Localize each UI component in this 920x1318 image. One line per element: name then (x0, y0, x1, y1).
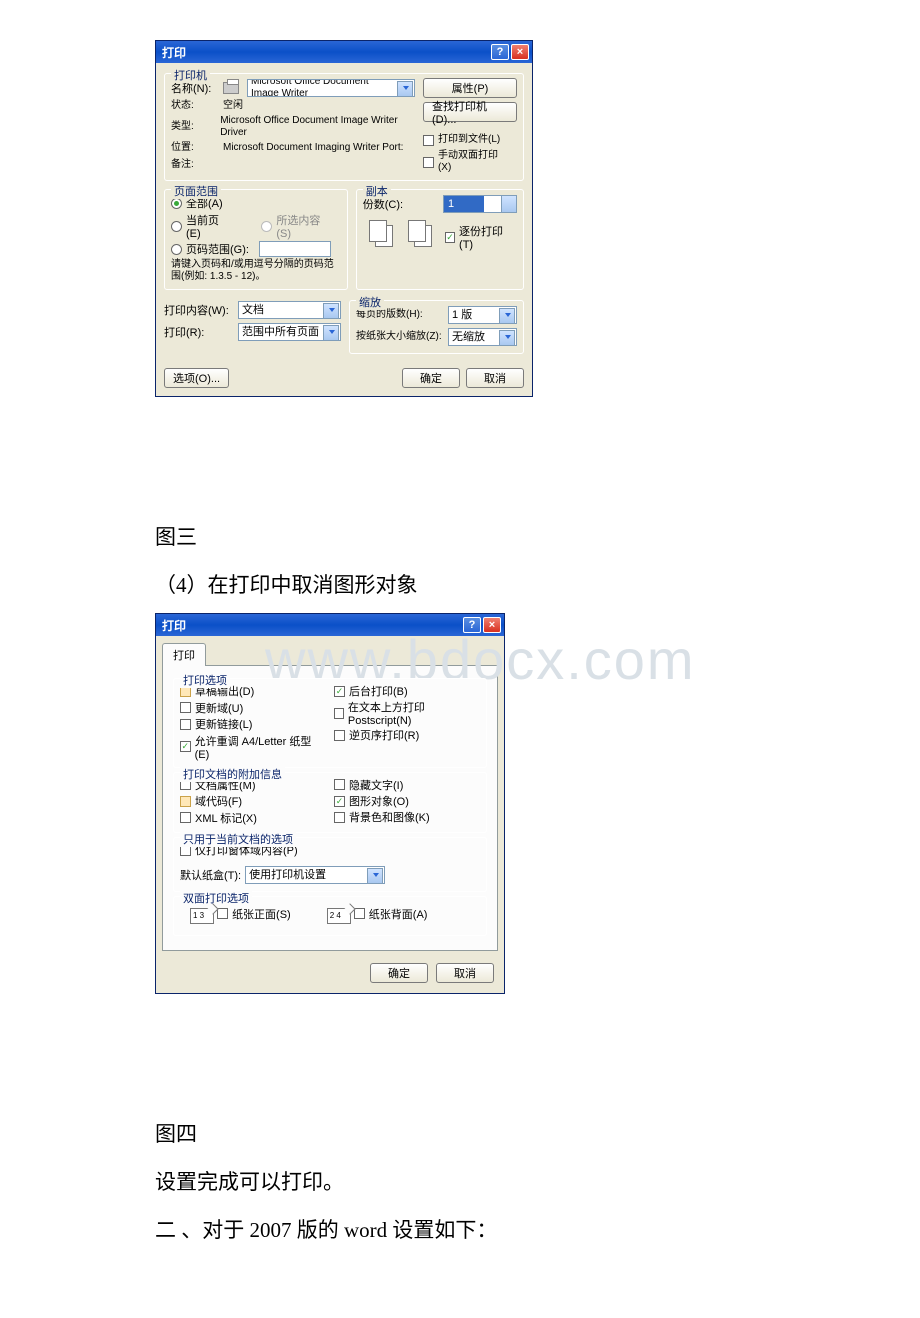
current-doc-legend: 只用于当前文档的选项 (180, 831, 296, 847)
figure-caption-3: 图三 (155, 517, 860, 557)
paragraph-2007: 二 、对于 2007 版的 word 设置如下： (155, 1210, 860, 1250)
pages-radio[interactable]: 页码范围(G): (171, 241, 249, 257)
print-options-group: 打印选项 草稿输出(D) 更新域(U) 更新链接(L) 允许重调 A4/Lett… (173, 678, 487, 768)
copies-spinner[interactable]: 1 (443, 195, 517, 213)
include-with-doc-group: 打印文档的附加信息 文档属性(M) 域代码(F) XML 标记(X) 隐藏文字(… (173, 772, 487, 834)
properties-button[interactable]: 属性(P) (423, 78, 517, 98)
reverse-order-checkbox[interactable]: 逆页序打印(R) (334, 727, 419, 743)
bg-colors-checkbox[interactable]: 背景色和图像(K) (334, 809, 430, 825)
print-to-file-checkbox[interactable]: 打印到文件(L) (423, 134, 511, 146)
front-checkbox[interactable]: 纸张正面(S) (217, 906, 291, 922)
close-icon[interactable]: × (483, 617, 501, 633)
titlebar[interactable]: 打印 ? × (156, 614, 504, 636)
cancel-button[interactable]: 取消 (436, 963, 494, 983)
print-options-dialog: 打印 ? × 打印 打印选项 草稿输出(D) 更新域(U) 更新链接(L) 允许 (155, 613, 505, 994)
scale-select[interactable]: 无缩放 (448, 328, 517, 346)
print-what-select[interactable]: 文档 (238, 301, 341, 319)
printer-icon (223, 82, 239, 94)
duplex-front-icon (190, 908, 214, 924)
collate-preview-icon (406, 219, 433, 249)
current-doc-group: 只用于当前文档的选项 仅打印窗体域内容(P) 默认纸盒(T): 使用打印机设置 (173, 837, 487, 892)
selection-radio: 所选内容(S) (261, 212, 334, 240)
print-label: 打印(R): (164, 324, 234, 340)
zoom-group: 缩放 每页的版数(H): 1 版 按纸张大小缩放(Z): 无缩放 (349, 300, 524, 354)
type-label: 类型: (171, 121, 216, 133)
page-range-group: 页面范围 全部(A) 当前页(E) 所选内容(S) 页码范围(G): 请键入页码… (164, 189, 348, 290)
type-value: Microsoft Office Document Image Writer D… (220, 115, 415, 139)
current-page-radio[interactable]: 当前页(E) (171, 212, 233, 240)
field-codes-checkbox[interactable]: 域代码(F) (180, 793, 242, 809)
background-print-checkbox[interactable]: 后台打印(B) (334, 683, 408, 699)
find-printer-button[interactable]: 查找打印机(D)... (423, 102, 517, 122)
ok-button[interactable]: 确定 (370, 963, 428, 983)
paragraph-4: （4）在打印中取消图形对象 (155, 565, 860, 605)
printer-legend: 打印机 (171, 67, 210, 83)
cancel-button[interactable]: 取消 (466, 368, 524, 388)
dialog-title: 打印 (162, 617, 186, 634)
update-links-checkbox[interactable]: 更新链接(L) (180, 716, 252, 732)
copies-legend: 副本 (363, 183, 391, 199)
comment-label: 备注: (171, 159, 219, 171)
options-button[interactable]: 选项(O)... (164, 368, 229, 388)
location-value: Microsoft Document Imaging Writer Port: (223, 142, 403, 154)
close-icon[interactable]: × (511, 44, 529, 60)
print-select[interactable]: 范围中所有页面 (238, 323, 341, 341)
print-dialog: 打印 ? × 打印机 名称(N): Microsoft Office Docum… (155, 40, 533, 397)
pages-input[interactable] (259, 241, 331, 257)
dialog-title: 打印 (162, 44, 186, 61)
zoom-legend: 缩放 (356, 294, 384, 310)
print-options-legend: 打印选项 (180, 672, 230, 688)
location-label: 位置: (171, 142, 219, 154)
titlebar[interactable]: 打印 ? × (156, 41, 532, 63)
paragraph-done: 设置完成可以打印。 (155, 1162, 860, 1202)
scale-label: 按纸张大小缩放(Z): (356, 331, 444, 343)
figure-caption-4: 图四 (155, 1114, 860, 1154)
copies-group: 副本 份数(C): 1 逐份打印(T) (356, 189, 524, 290)
duplex-back-icon (327, 908, 351, 924)
pages-hint: 请键入页码和/或用逗号分隔的页码范围(例如: 1.3.5 - 12)。 (171, 259, 341, 283)
pages-per-label: 每页的版数(H): (356, 309, 444, 321)
pages-per-select[interactable]: 1 版 (448, 306, 517, 324)
collate-preview-icon (367, 219, 394, 249)
print-what-label: 打印内容(W): (164, 302, 234, 318)
xml-tags-checkbox[interactable]: XML 标记(X) (180, 810, 257, 826)
collate-checkbox[interactable]: 逐份打印(T) (445, 223, 511, 251)
update-fields-checkbox[interactable]: 更新域(U) (180, 700, 243, 716)
back-checkbox[interactable]: 纸张背面(A) (354, 906, 428, 922)
printer-name-select[interactable]: Microsoft Office Document Image Writer (247, 79, 415, 97)
duplex-legend: 双面打印选项 (180, 890, 252, 906)
status-label: 状态: (171, 100, 219, 112)
status-value: 空闲 (223, 100, 243, 112)
printer-group: 打印机 名称(N): Microsoft Office Document Ima… (164, 73, 524, 181)
duplex-group: 双面打印选项 纸张正面(S) 纸张背面(A) (173, 896, 487, 937)
help-icon[interactable]: ? (491, 44, 509, 60)
help-icon[interactable]: ? (463, 617, 481, 633)
include-legend: 打印文档的附加信息 (180, 766, 285, 782)
ps-over-text-checkbox[interactable]: 在文本上方打印 Postscript(N) (334, 699, 474, 727)
tab-print[interactable]: 打印 (162, 643, 206, 666)
manual-duplex-checkbox[interactable]: 手动双面打印(X) (423, 150, 511, 174)
drawings-checkbox[interactable]: 图形对象(O) (334, 793, 409, 809)
tray-select[interactable]: 使用打印机设置 (245, 866, 385, 884)
range-legend: 页面范围 (171, 183, 221, 199)
ok-button[interactable]: 确定 (402, 368, 460, 388)
tray-label: 默认纸盒(T): (180, 867, 241, 883)
hidden-text-checkbox[interactable]: 隐藏文字(I) (334, 777, 403, 793)
allow-a4-checkbox[interactable]: 允许重调 A4/Letter 纸型(E) (180, 733, 320, 761)
